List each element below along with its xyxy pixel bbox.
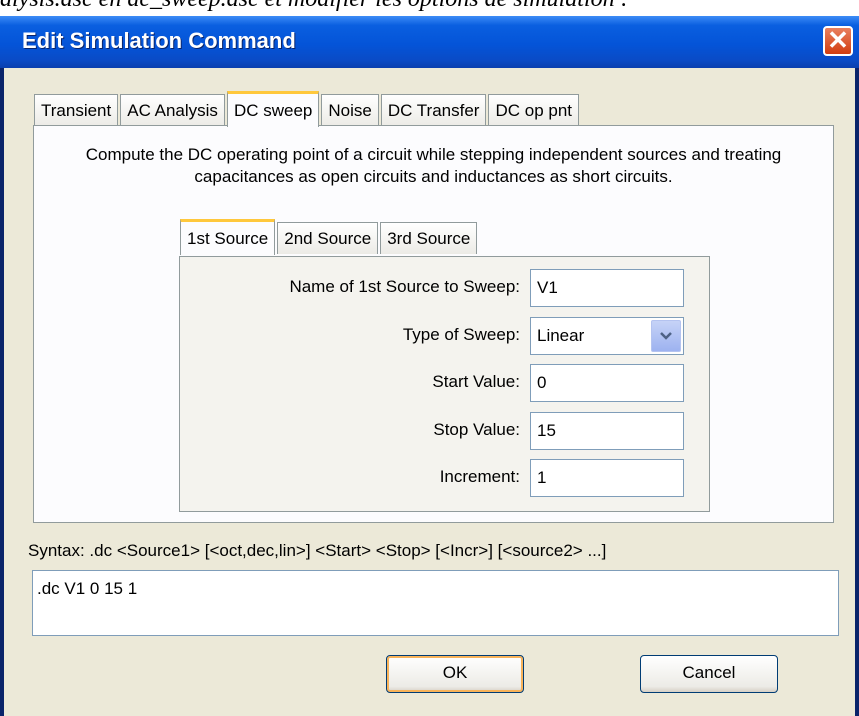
start-value-label: Start Value: [432, 372, 520, 391]
document-fragment: alysis.asc en dc_sweep.asc et modifier l… [0, 0, 629, 13]
close-button[interactable]: ✕ [823, 26, 853, 56]
stop-value-row: Stop Value: 15 [180, 412, 711, 450]
tab-dc-transfer[interactable]: DC Transfer [380, 94, 487, 126]
source-name-label: Name of 1st Source to Sweep: [289, 277, 520, 296]
tab-dc-sweep[interactable]: DC sweep [226, 91, 320, 127]
source-name-row: Name of 1st Source to Sweep: V1 [180, 269, 711, 307]
stop-value-input[interactable]: 15 [530, 412, 684, 450]
source-name-input[interactable]: V1 [530, 269, 684, 307]
cancel-button[interactable]: Cancel [640, 655, 778, 693]
analysis-description: Compute the DC operating point of a circ… [85, 145, 782, 186]
sweep-type-row: Type of Sweep: Linear [180, 317, 711, 355]
tab-dc-op-pnt[interactable]: DC op pnt [488, 94, 580, 126]
syntax-hint: Syntax: .dc <Source1> [<oct,dec,lin>] <S… [28, 541, 607, 560]
sweep-type-select[interactable]: Linear [530, 317, 684, 355]
dc-sweep-panel: Compute the DC operating point of a circ… [33, 125, 834, 523]
close-icon: ✕ [827, 25, 849, 55]
tab-noise[interactable]: Noise [321, 94, 379, 126]
source-tabs: 1st Source 2nd Source 3rd Source [180, 218, 479, 255]
stop-value-label: Stop Value: [433, 420, 520, 439]
dialog-client-area: Transient AC Analysis DC sweep Noise DC … [4, 68, 855, 716]
ok-button[interactable]: OK [386, 655, 524, 693]
dropdown-button[interactable] [651, 320, 681, 352]
edit-simulation-dialog: Edit Simulation Command ✕ Transient AC A… [0, 16, 859, 716]
start-value-input[interactable]: 0 [530, 364, 684, 402]
sweep-type-label: Type of Sweep: [402, 325, 520, 344]
tab-ac-analysis[interactable]: AC Analysis [120, 94, 225, 126]
chevron-down-icon [660, 332, 672, 340]
command-textbox[interactable]: .dc V1 0 15 1 [32, 570, 839, 636]
analysis-tabs: Transient AC Analysis DC sweep Noise DC … [34, 91, 581, 127]
dialog-title: Edit Simulation Command [22, 28, 296, 53]
tab-2nd-source[interactable]: 2nd Source [277, 222, 379, 254]
tab-1st-source[interactable]: 1st Source [180, 219, 276, 255]
tab-transient[interactable]: Transient [34, 94, 119, 126]
increment-input[interactable]: 1 [530, 459, 684, 497]
title-bar[interactable]: Edit Simulation Command ✕ [0, 16, 859, 68]
sweep-type-value: Linear [537, 326, 585, 345]
tab-3rd-source[interactable]: 3rd Source [380, 222, 478, 254]
increment-label: Increment: [439, 467, 520, 486]
increment-row: Increment: 1 [180, 459, 711, 497]
source-settings-panel: Name of 1st Source to Sweep: V1 Type of … [179, 256, 710, 512]
start-value-row: Start Value: 0 [180, 364, 711, 402]
